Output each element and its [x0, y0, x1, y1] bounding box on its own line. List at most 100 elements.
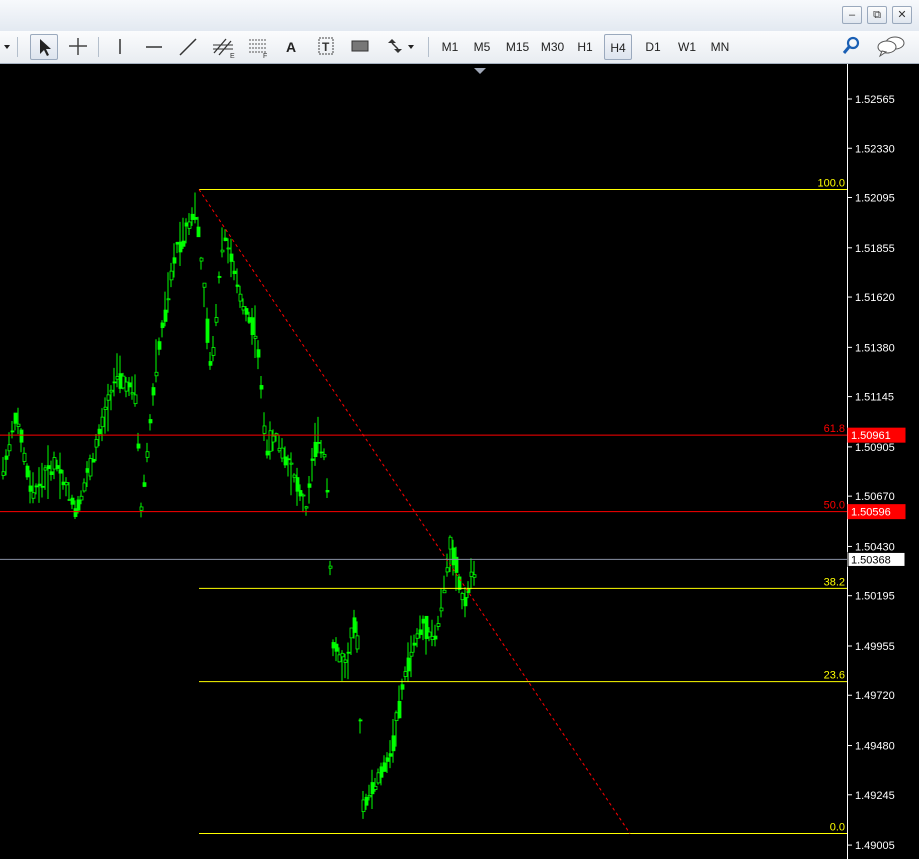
candle-body — [73, 508, 78, 517]
candle-body — [37, 483, 42, 487]
candle-body — [7, 444, 12, 452]
candle-body — [232, 270, 237, 275]
crosshair-tool-button[interactable] — [64, 34, 92, 60]
price-chart[interactable]: 100.0 61.8 50.0 38.2 23.6 0.0 1.52565 1.52330 1.… — [0, 64, 919, 859]
candle-body — [169, 270, 174, 281]
candle-body — [262, 425, 267, 434]
text-tool-button[interactable]: A — [278, 34, 304, 60]
toolbar: E F A T M1 M5 M15 M30 H1 H4 D1 W1 MN — [0, 31, 919, 64]
timeframe-button-m5[interactable]: M5 — [468, 34, 496, 60]
candle-body — [70, 497, 75, 505]
candle-body — [280, 447, 285, 459]
candle-body — [388, 753, 393, 757]
candle-body — [418, 629, 423, 635]
candle-body — [298, 490, 303, 497]
candle-body — [58, 469, 63, 474]
search-button[interactable] — [838, 34, 864, 60]
candle-body — [82, 482, 87, 492]
cursor-tool-button[interactable] — [30, 34, 58, 60]
close-button[interactable]: ✕ — [892, 6, 912, 24]
candle-body — [178, 241, 183, 253]
candle-body — [118, 373, 123, 389]
candle-body — [1, 471, 6, 476]
price-axis-label: 1.50905 — [855, 442, 895, 454]
fib-level-label: 50.0 — [824, 500, 845, 512]
candle-body — [409, 651, 414, 657]
candle-body — [367, 795, 372, 798]
candle-body — [46, 465, 51, 470]
price-axis-label: 1.49005 — [855, 840, 895, 852]
trend-line-tool-button[interactable] — [174, 34, 202, 60]
price-axis-label: 1.51620 — [855, 292, 895, 304]
timeframe-button-w1[interactable]: W1 — [673, 34, 701, 60]
candle-body — [79, 495, 84, 501]
candle-body — [28, 485, 33, 492]
candle-body — [268, 430, 273, 452]
minimize-button[interactable]: – — [842, 6, 862, 24]
price-axis-label: 1.51380 — [855, 342, 895, 354]
candle-body — [163, 309, 168, 322]
restore-button[interactable]: ⧉ — [867, 6, 887, 24]
candle-body — [289, 462, 294, 465]
fibonacci-tool-button[interactable]: F — [244, 34, 274, 60]
horizontal-line-icon — [146, 46, 162, 48]
timeframe-button-m15[interactable]: M15 — [501, 34, 534, 60]
candle-body — [154, 371, 159, 377]
timeframe-button-mn[interactable]: MN — [706, 34, 734, 60]
price-axis-label: 1.52095 — [855, 193, 895, 205]
candle-body — [34, 485, 39, 488]
candle-body — [448, 536, 453, 550]
fib-level-label: 38.2 — [824, 576, 845, 588]
candle-body — [328, 565, 333, 569]
timeframe-button-h1[interactable]: H1 — [571, 34, 599, 60]
candle-body — [157, 341, 162, 350]
candle-body — [94, 439, 99, 448]
candle-body — [427, 631, 432, 638]
candle-body — [4, 455, 9, 460]
rectangle-tool-button[interactable] — [346, 34, 374, 60]
timeframe-button-h4[interactable]: H4 — [604, 34, 632, 60]
candle-body — [100, 416, 105, 428]
fib-level-label: 0.0 — [830, 822, 845, 834]
arrows-tool-button[interactable] — [380, 34, 420, 60]
candle-body — [337, 654, 342, 663]
candle-body — [301, 494, 306, 497]
candle-body — [319, 451, 324, 454]
vertical-line-tool-button[interactable] — [106, 34, 134, 60]
candle-body — [313, 441, 318, 458]
price-tag-label: 1.50596 — [851, 507, 891, 519]
candle-body — [181, 240, 186, 247]
price-axis-label: 1.49245 — [855, 790, 895, 802]
candle-body — [346, 651, 351, 654]
crosshair-icon — [69, 38, 87, 55]
timeframe-button-m30[interactable]: M30 — [536, 34, 569, 60]
candle-body — [16, 423, 21, 427]
candle-body — [49, 471, 54, 475]
text-label-tool-button[interactable]: T — [312, 34, 340, 60]
timeframe-button-d1[interactable]: D1 — [639, 34, 667, 60]
chart-window[interactable]: 100.0 61.8 50.0 38.2 23.6 0.0 1.52565 1.52330 1.… — [0, 64, 919, 859]
candle-body — [19, 429, 24, 443]
equidistant-channel-icon: E — [213, 38, 235, 60]
price-axis-label: 1.52330 — [855, 143, 895, 155]
equidistant-channel-tool-button[interactable]: E — [208, 34, 238, 60]
price-axis-label: 1.50430 — [855, 541, 895, 553]
candle-body — [358, 719, 363, 722]
arrows-icon — [388, 39, 414, 53]
candle-body — [109, 389, 114, 393]
chat-button[interactable] — [874, 34, 910, 60]
candle-body — [187, 221, 192, 229]
rectangle-icon — [351, 40, 369, 52]
candle-body — [259, 385, 264, 390]
candle-body — [277, 447, 282, 452]
timeframe-button-m1[interactable]: M1 — [436, 34, 464, 60]
candle-body — [40, 485, 45, 488]
price-tag-label: 1.50961 — [851, 430, 891, 442]
candle-body — [142, 482, 147, 487]
candle-body — [376, 772, 381, 784]
horizontal-line-tool-button[interactable] — [140, 34, 168, 60]
toolbar-overflow-button[interactable] — [0, 34, 14, 60]
candle-body — [391, 735, 396, 752]
candle-body — [208, 361, 213, 366]
candle-body — [394, 712, 399, 722]
